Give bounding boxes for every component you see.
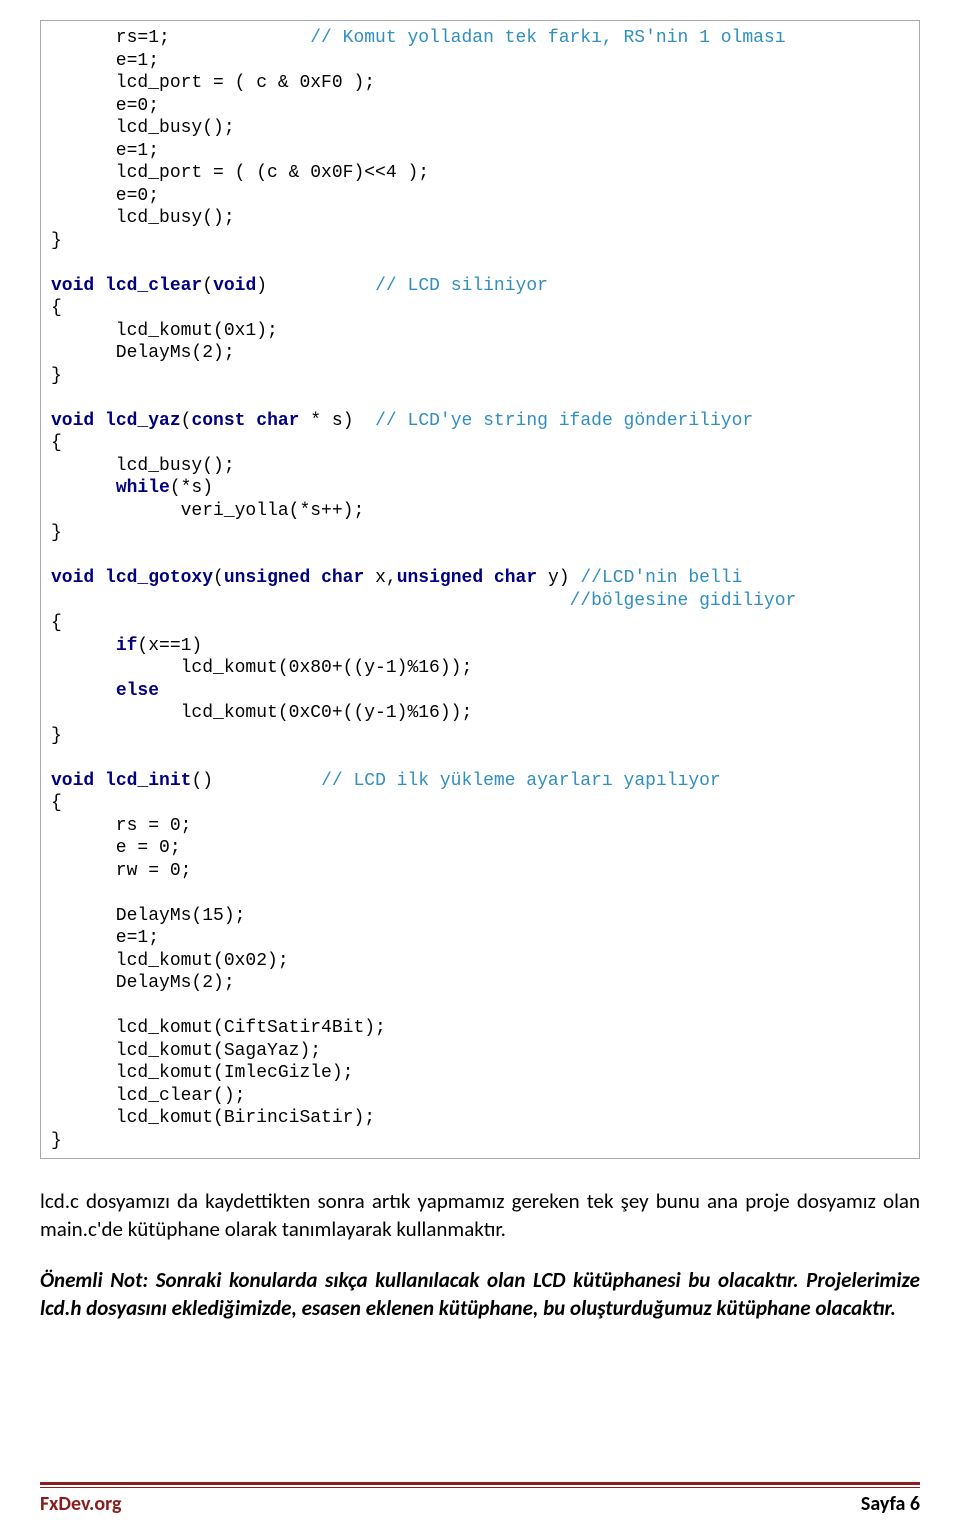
code-line: () [191,771,321,791]
code-line: e=1; [51,928,159,948]
code-line: { [51,298,62,318]
code-line: x, [364,568,396,588]
code-kw: void [51,771,94,791]
code-line: lcd_komut(BirinciSatir); [51,1108,375,1128]
code-comment: // LCD siliniyor [375,276,548,296]
code-line: lcd_busy(); [51,456,235,476]
code-line: } [51,366,62,386]
footer-divider [40,1482,920,1488]
paragraph-note: Önemli Not: Sonraki konularda sıkça kull… [40,1266,920,1323]
code-line: e = 0; [51,838,181,858]
code-block: rs=1; // Komut yolladan tek farkı, RS'ni… [40,20,920,1159]
code-line: e=0; [51,186,159,206]
footer-page: Sayfa 6 [861,1492,920,1516]
code-line: rw = 0; [51,861,191,881]
code-line: lcd_komut(0x1); [51,321,278,341]
code-line: lcd_komut(0x80+((y-1)%16)); [51,658,472,678]
code-line: lcd_port = ( c & 0xF0 ); [51,73,375,93]
footer: FxDev.org Sayfa 6 [40,1482,920,1516]
code-kw: while [116,478,170,498]
code-line: ( [202,276,213,296]
code-kw: void [51,568,94,588]
code-kw: void [213,276,256,296]
code-line: rs=1; [51,28,310,48]
code-line: lcd_busy(); [51,208,235,228]
code-line: ( [213,568,224,588]
code-line: } [51,523,62,543]
code-line: * s) [299,411,375,431]
code-line: lcd_komut(SagaYaz); [51,1041,321,1061]
code-line: } [51,231,62,251]
code-kw: else [116,681,159,701]
code-line: DelayMs(2); [51,973,235,993]
code-comment: // Komut yolladan tek farkı, RS'nin 1 ol… [310,28,785,48]
code-line: e=1; [51,51,159,71]
code-line: lcd_port = ( (c & 0x0F)<<4 ); [51,163,429,183]
code-line: DelayMs(2); [51,343,235,363]
code-kw: void [51,411,94,431]
code-line: { [51,613,62,633]
code-fn: lcd_init [94,771,191,791]
code-line: lcd_komut(0x02); [51,951,289,971]
code-line: (*s) [170,478,213,498]
code-line: rs = 0; [51,816,191,836]
code-line: (x==1) [137,636,202,656]
code-line: { [51,793,62,813]
code-line: lcd_komut(ImlecGizle); [51,1063,353,1083]
code-line: DelayMs(15); [51,906,245,926]
code-kw: void [51,276,94,296]
code-line: veri_yolla(*s++); [51,501,364,521]
code-fn: lcd_clear [94,276,202,296]
code-line [51,681,116,701]
code-line: y) [537,568,580,588]
footer-site: FxDev.org [40,1492,121,1516]
code-comment: // LCD'ye string ifade gönderiliyor [375,411,753,431]
code-line: e=0; [51,96,159,116]
code-comment: // LCD ilk yükleme ayarları yapılıyor [321,771,721,791]
code-line: } [51,726,62,746]
code-line: { [51,433,62,453]
code-kw: if [116,636,138,656]
code-fn: lcd_gotoxy [94,568,213,588]
code-line [51,478,116,498]
paragraph-1: lcd.c dosyamızı da kaydettikten sonra ar… [40,1187,920,1244]
code-line [51,636,116,656]
code-kw: const char [191,411,299,431]
code-line: ) [256,276,375,296]
code-line: lcd_clear(); [51,1086,245,1106]
code-line: lcd_komut(0xC0+((y-1)%16)); [51,703,472,723]
code-line: lcd_busy(); [51,118,235,138]
code-line: e=1; [51,141,159,161]
code-comment: //LCD'nin belli [580,568,742,588]
code-kw: unsigned char [224,568,364,588]
code-comment: //bölgesine gidiliyor [51,591,796,611]
code-line: ( [181,411,192,431]
code-line: } [51,1131,62,1151]
code-line: lcd_komut(CiftSatir4Bit); [51,1018,386,1038]
code-kw: unsigned char [397,568,537,588]
code-fn: lcd_yaz [94,411,180,431]
